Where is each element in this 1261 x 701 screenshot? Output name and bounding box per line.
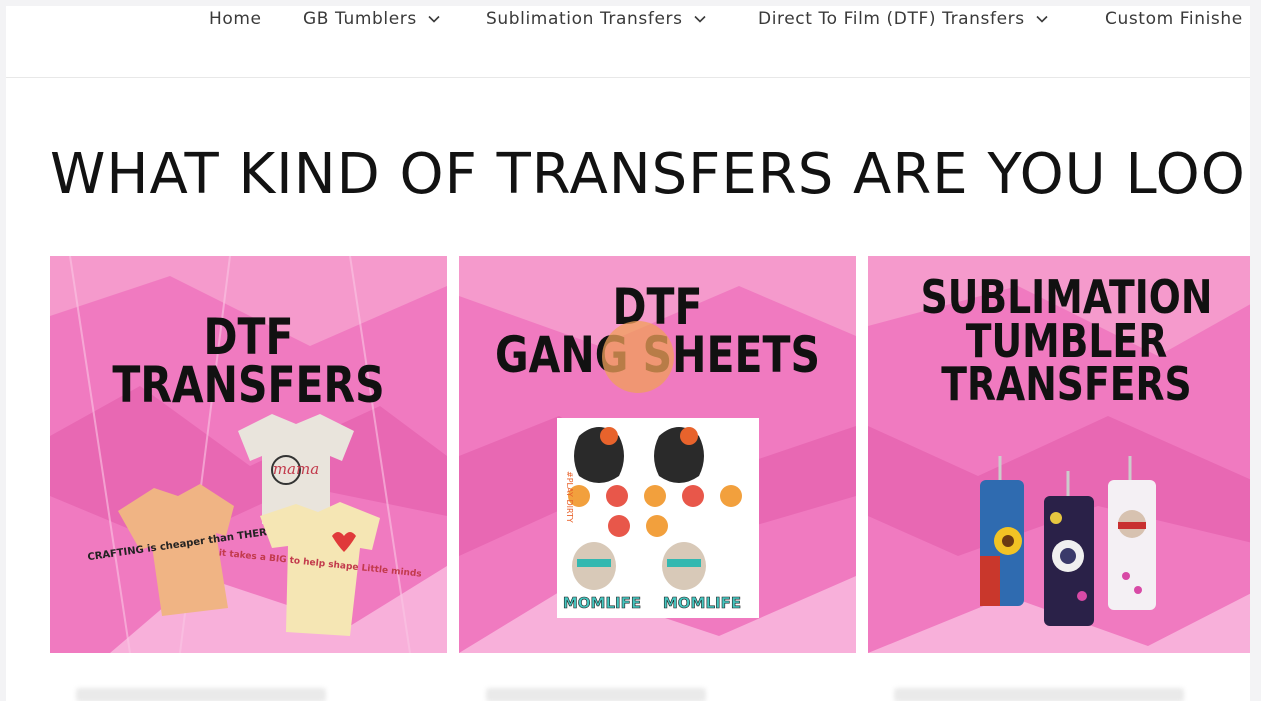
- nav-item-label: Home: [209, 9, 262, 29]
- card-caption-placeholder: [486, 688, 706, 701]
- sheet-text-play-dirty: #PLAY DIRTY: [565, 471, 574, 523]
- nav-item-sublimation-transfers[interactable]: Sublimation Transfers: [486, 8, 707, 30]
- sheet-text-momlife: MOMLIFE: [663, 594, 741, 612]
- sheet-text-momlife: MOMLIFE: [563, 594, 641, 612]
- nav-item-gb-tumblers[interactable]: GB Tumblers: [303, 8, 441, 30]
- chevron-down-icon: [693, 15, 706, 23]
- nav-item-custom-finished[interactable]: Custom Finishe: [1105, 8, 1243, 30]
- nav-item-label: Direct To Film (DTF) Transfers: [758, 9, 1025, 29]
- card-title: SUBLIMATION TUMBLER TRANSFERS: [904, 274, 1230, 412]
- card-title-line: TRANSFERS: [941, 357, 1192, 412]
- page-heading: WHAT KIND OF TRANSFERS ARE YOU LOOI: [50, 142, 1250, 207]
- nav-item-dtf-transfers[interactable]: Direct To Film (DTF) Transfers: [758, 8, 1049, 30]
- chevron-down-icon: [428, 15, 440, 23]
- nav-item-home[interactable]: Home: [209, 8, 262, 30]
- collection-card-dtf-gang-sheets[interactable]: MOMLIFE MOMLIFE #PLAY DIRTY DTF GANG SHE…: [459, 256, 856, 653]
- nav-item-label: Custom Finishe: [1105, 9, 1243, 29]
- nav-item-label: GB Tumblers: [303, 9, 417, 29]
- card-title-line: DTF TRANSFERS: [112, 308, 385, 414]
- collection-card-sublimation-tumbler-transfers[interactable]: SUBLIMATION TUMBLER TRANSFERS: [868, 256, 1250, 653]
- nav-item-label: Sublimation Transfers: [486, 9, 683, 29]
- shirt-text-mama: mama: [273, 460, 319, 478]
- card-caption-placeholder: [76, 688, 326, 701]
- card-title: DTF TRANSFERS: [86, 308, 412, 414]
- card-title-line: DTF: [612, 278, 703, 336]
- gang-sheet-image: MOMLIFE MOMLIFE #PLAY DIRTY: [557, 418, 759, 618]
- collection-card-dtf-transfers[interactable]: mama CRAFTING is cheaper than THERAPY it…: [50, 256, 447, 653]
- main-navigation: Home GB Tumblers Sublimation Transfers D…: [6, 6, 1250, 78]
- click-indicator: [602, 321, 674, 393]
- page: Home GB Tumblers Sublimation Transfers D…: [6, 6, 1250, 701]
- card-caption-placeholder: [894, 688, 1184, 701]
- chevron-down-icon: [1036, 15, 1048, 23]
